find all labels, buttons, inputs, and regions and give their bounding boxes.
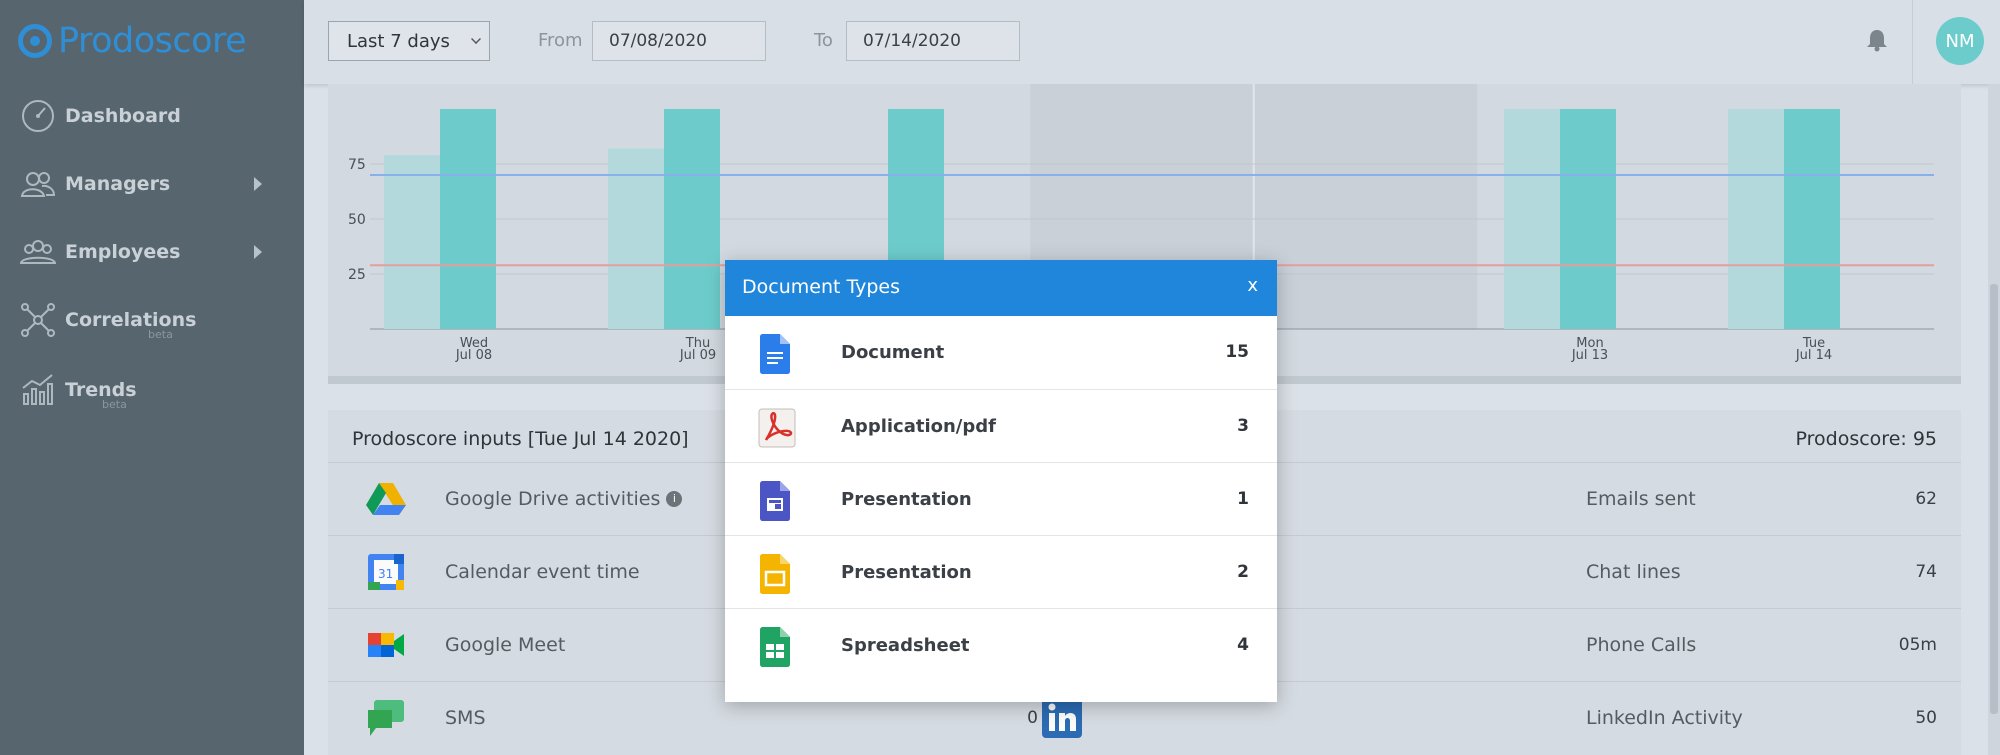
top-bar: Last 7 days From 07/08/2020 To 07/14/202… xyxy=(304,0,2000,84)
sidebar-item-label: Correlations xyxy=(65,309,197,331)
sidebar-item-managers[interactable]: Managers xyxy=(0,154,304,214)
doc-type-count: 15 xyxy=(1225,342,1249,362)
logo-icon xyxy=(18,24,52,58)
brand-name: Prodoscore xyxy=(58,21,247,61)
beta-badge: beta xyxy=(102,398,127,411)
doc-type-label: Spreadsheet xyxy=(841,635,970,656)
doc-type-label: Presentation xyxy=(841,489,972,510)
doc-type-label: Application/pdf xyxy=(841,416,996,437)
google-sheets-icon xyxy=(760,627,790,667)
doc-type-row: Document 15 xyxy=(725,316,1277,389)
chevron-right-icon xyxy=(254,245,262,259)
modal-header: Document Types x xyxy=(725,260,1277,316)
notification-bell-icon[interactable] xyxy=(1866,28,1888,52)
trends-icon xyxy=(22,374,53,405)
sidebar-item-employees[interactable]: Employees xyxy=(0,222,304,282)
date-range-select[interactable]: Last 7 days xyxy=(328,21,490,61)
from-date-value: 07/08/2020 xyxy=(609,31,707,51)
managers-icon xyxy=(20,172,56,197)
avatar-initials: NM xyxy=(1945,30,1975,52)
doc-type-row: Presentation 2 xyxy=(725,535,1277,608)
doc-type-count: 2 xyxy=(1237,562,1249,582)
beta-badge: beta xyxy=(148,328,173,341)
sidebar-item-label: Managers xyxy=(65,173,171,195)
sidebar-item-label: Dashboard xyxy=(65,105,181,127)
from-date-input[interactable]: 07/08/2020 xyxy=(592,21,766,61)
gauge-icon xyxy=(22,100,54,132)
doc-type-label: Presentation xyxy=(841,562,972,583)
date-range-value: Last 7 days xyxy=(347,30,450,52)
doc-type-label: Document xyxy=(841,342,945,363)
chevron-right-icon xyxy=(254,177,262,191)
close-button[interactable]: x xyxy=(1247,275,1258,296)
header-divider xyxy=(1912,0,1913,84)
pdf-icon xyxy=(758,408,796,448)
google-slides-icon xyxy=(760,554,790,594)
sidebar: Prodoscore Dashboard Managers Employees xyxy=(0,0,304,755)
to-date-value: 07/14/2020 xyxy=(863,31,961,51)
doc-type-row: Spreadsheet 4 xyxy=(725,608,1277,681)
modal-title: Document Types xyxy=(742,276,901,298)
sidebar-item-trends[interactable]: Trends beta xyxy=(0,360,304,420)
sidebar-item-dashboard[interactable]: Dashboard xyxy=(0,86,304,146)
doc-type-row: Application/pdf 3 xyxy=(725,389,1277,462)
doc-type-count: 3 xyxy=(1237,416,1249,436)
prodoscore-logo[interactable]: Prodoscore xyxy=(18,18,247,64)
chevron-down-icon xyxy=(471,34,481,44)
doc-type-count: 1 xyxy=(1237,489,1249,509)
doc-type-count: 4 xyxy=(1237,635,1249,655)
to-date-input[interactable]: 07/14/2020 xyxy=(846,21,1020,61)
from-label: From xyxy=(538,30,583,51)
sidebar-item-label: Employees xyxy=(65,241,181,263)
doc-type-row: Presentation 1 xyxy=(725,462,1277,535)
sidebar-item-correlations[interactable]: Correlations beta xyxy=(0,290,304,350)
to-label: To xyxy=(814,30,833,51)
google-docs-icon xyxy=(760,334,790,374)
employees-icon xyxy=(20,240,56,264)
correlations-icon xyxy=(21,303,55,337)
user-avatar[interactable]: NM xyxy=(1936,17,1984,65)
presentation-blue-icon xyxy=(760,481,790,521)
document-types-modal: Document Types x Document 15 Application… xyxy=(725,260,1277,702)
